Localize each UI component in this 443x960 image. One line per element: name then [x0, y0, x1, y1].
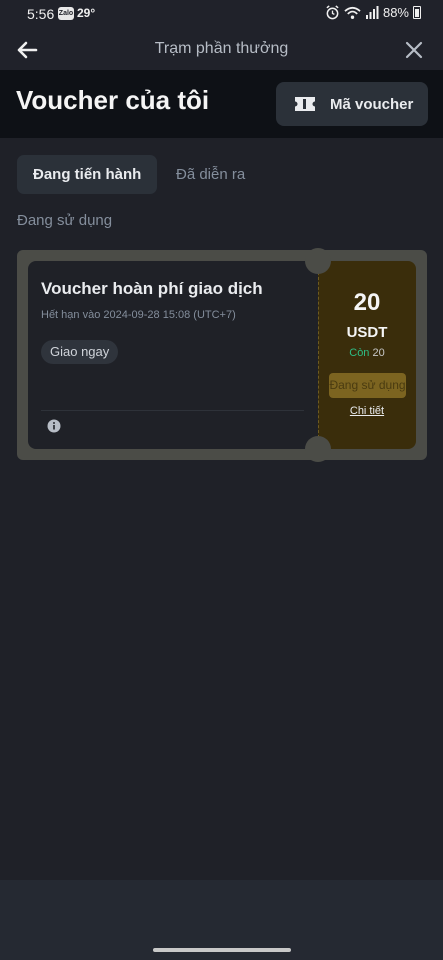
status-temperature: 29° [77, 6, 96, 20]
status-bar: 5:56 Zalo 29° 88% [0, 0, 443, 30]
page-title: Voucher của tôi [16, 85, 210, 115]
in-use-button[interactable]: Đang sử dụng [329, 373, 406, 398]
tab-in-progress[interactable]: Đang tiến hành [17, 155, 158, 194]
page-header: Voucher của tôi Mã voucher [0, 70, 443, 138]
info-button[interactable] [47, 419, 61, 433]
voucher-code-label: Mã voucher [330, 95, 414, 113]
voucher-unit: USDT [346, 324, 388, 341]
voucher-divider [41, 410, 304, 411]
detail-link[interactable]: Chi tiết [318, 405, 416, 417]
voucher-amount: 20 [353, 289, 381, 316]
remaining-value: 20 [372, 347, 385, 359]
nav-title: Trạm phần thưởng [154, 40, 289, 57]
ticket-icon [295, 97, 315, 111]
close-icon [405, 41, 423, 59]
battery-percent: 88% [382, 5, 409, 20]
close-button[interactable] [401, 37, 427, 63]
voucher-title: Voucher hoàn phí giao dịch [41, 279, 263, 298]
voucher-expiry: Hết hạn vào 2024-09-28 15:08 (UTC+7) [41, 309, 236, 321]
tab-ended[interactable]: Đã diễn ra [160, 155, 261, 194]
section-label: Đang sử dụng [17, 212, 113, 229]
info-icon [47, 419, 61, 433]
signal-icon [365, 5, 379, 19]
battery-icon [413, 6, 421, 19]
voucher-tag: Giao ngay [41, 340, 119, 364]
alarm-icon [326, 5, 339, 20]
voucher-notch-top [305, 248, 331, 274]
voucher-code-button[interactable]: Mã voucher [276, 82, 428, 126]
status-time: 5:56 [27, 6, 55, 22]
top-nav: Trạm phần thưởng [0, 30, 443, 70]
zalo-notification-icon: Zalo [58, 7, 74, 20]
remaining-label: Còn [349, 347, 370, 359]
voucher-remaining: Còn 20 [318, 347, 416, 359]
home-indicator[interactable] [153, 948, 291, 952]
voucher-notch-bottom [305, 436, 331, 462]
status-icons: 88% [325, 5, 421, 20]
wifi-icon [344, 6, 361, 19]
